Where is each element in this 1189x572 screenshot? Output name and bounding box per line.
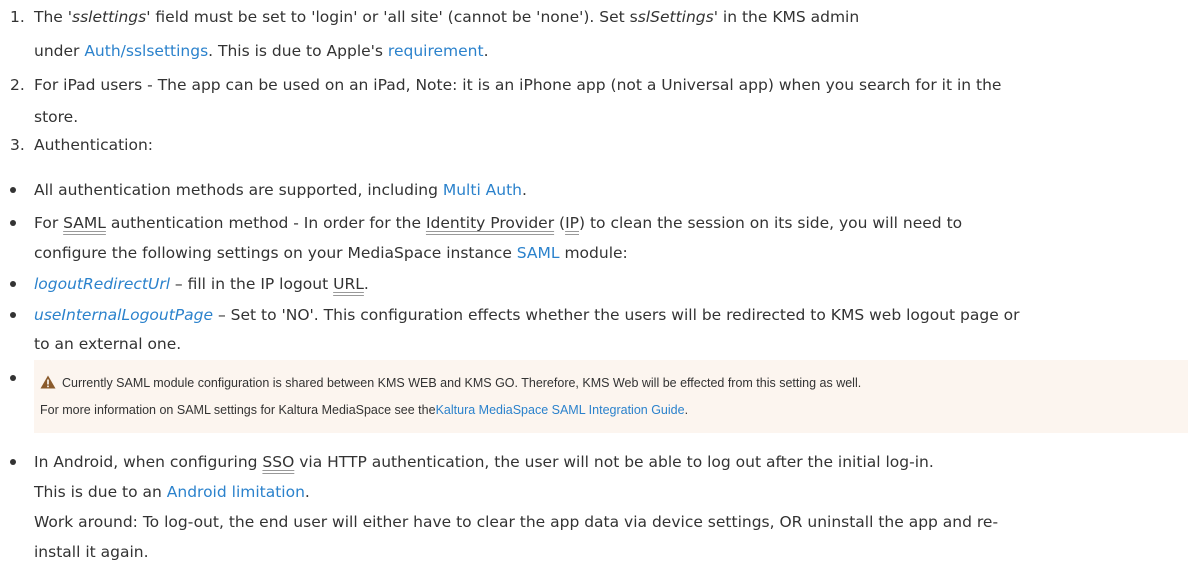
text: ' in the KMS admin <box>713 8 860 26</box>
text: under <box>34 42 85 60</box>
note-text: Currently SAML module configuration is s… <box>62 376 862 390</box>
item-1-line-1: The 'sslettings' field must be set to 'l… <box>34 4 859 30</box>
setting-name: slSettings <box>637 8 714 26</box>
warning-icon <box>40 375 56 389</box>
text: All authentication methods are supported… <box>34 181 443 199</box>
bullet-dot <box>10 375 16 381</box>
text: . <box>522 181 527 199</box>
text: – fill in the IP logout <box>170 275 334 293</box>
text: . <box>684 403 689 417</box>
document: 1. The 'sslettings' field must be set to… <box>0 0 1189 572</box>
multi-auth-link[interactable]: Multi Auth <box>443 181 522 199</box>
text: In Android, when configuring <box>34 453 263 471</box>
field-name: sslettings <box>72 8 147 26</box>
saml-abbr: SAML <box>63 214 106 232</box>
text: . <box>483 42 489 60</box>
identity-provider-abbr: Identity Provider <box>425 214 555 232</box>
use-internal-logout-page-link[interactable]: useInternalLogoutPage <box>34 306 213 324</box>
bullet-dot <box>10 459 16 465</box>
text: . <box>304 483 310 501</box>
item-3-text: Authentication: <box>34 136 154 154</box>
bullet-dot <box>10 220 16 226</box>
bullet-dot <box>10 187 16 193</box>
note-panel: Currently SAML module configuration is s… <box>34 360 1188 433</box>
text: . This is due to Apple's <box>208 42 388 60</box>
list-number: 3. <box>10 136 25 154</box>
text: ' field must be set to 'login' or 'all s… <box>146 8 638 26</box>
bullet-item-android-line-4: install it again. <box>34 543 149 561</box>
text: configure the following settings on your… <box>34 244 517 262</box>
text: For <box>34 214 64 232</box>
item-2-line-2: store. <box>34 108 79 126</box>
item-1-line-2: under Auth/sslsettings. This is due to A… <box>34 38 489 64</box>
logout-redirect-url-link[interactable]: logoutRedirectUrl <box>34 275 170 293</box>
text: authentication method - In order for the <box>105 214 426 232</box>
android-limitation-link[interactable]: Android limitation <box>167 483 305 501</box>
note-line-1: Currently SAML module configuration is s… <box>40 375 861 390</box>
bullet-item-android-line-3: Work around: To log-out, the end user wi… <box>34 513 999 531</box>
sso-abbr: SSO <box>262 453 295 471</box>
note-text: For more information on SAML settings fo… <box>40 403 436 417</box>
text: via HTTP authentication, the user will n… <box>294 453 934 471</box>
list-number: 2. <box>10 76 25 94</box>
bullet-item-android-line-2: This is due to an Android limitation. <box>34 479 310 505</box>
text: The ' <box>34 8 73 26</box>
ip-abbr: IP <box>565 214 579 232</box>
bullet-dot <box>10 281 16 287</box>
bullet-dot <box>10 312 16 318</box>
text: module: <box>559 244 628 262</box>
note-line-2: For more information on SAML settings fo… <box>40 403 688 417</box>
text: This is due to an <box>34 483 167 501</box>
bullet-item-internal-logout-line-2: to an external one. <box>34 335 182 353</box>
text: . <box>363 275 369 293</box>
saml-integration-guide-link[interactable]: Kaltura MediaSpace SAML Integration Guid… <box>436 403 685 417</box>
auth-sslsettings-link[interactable]: Auth/sslsettings <box>84 42 208 60</box>
text: ) to clean the session on its side, you … <box>579 214 963 232</box>
text: – Set to 'NO'. This configuration effect… <box>213 306 1020 324</box>
list-number: 1. <box>10 8 25 26</box>
bullet-item-saml-line-2: configure the following settings on your… <box>34 240 628 266</box>
requirement-link[interactable]: requirement <box>388 42 484 60</box>
item-2-line-1: For iPad users - The app can be used on … <box>34 76 1002 94</box>
saml-module-link[interactable]: SAML <box>517 244 560 262</box>
url-abbr: URL <box>333 275 364 293</box>
text: ( <box>554 214 566 232</box>
